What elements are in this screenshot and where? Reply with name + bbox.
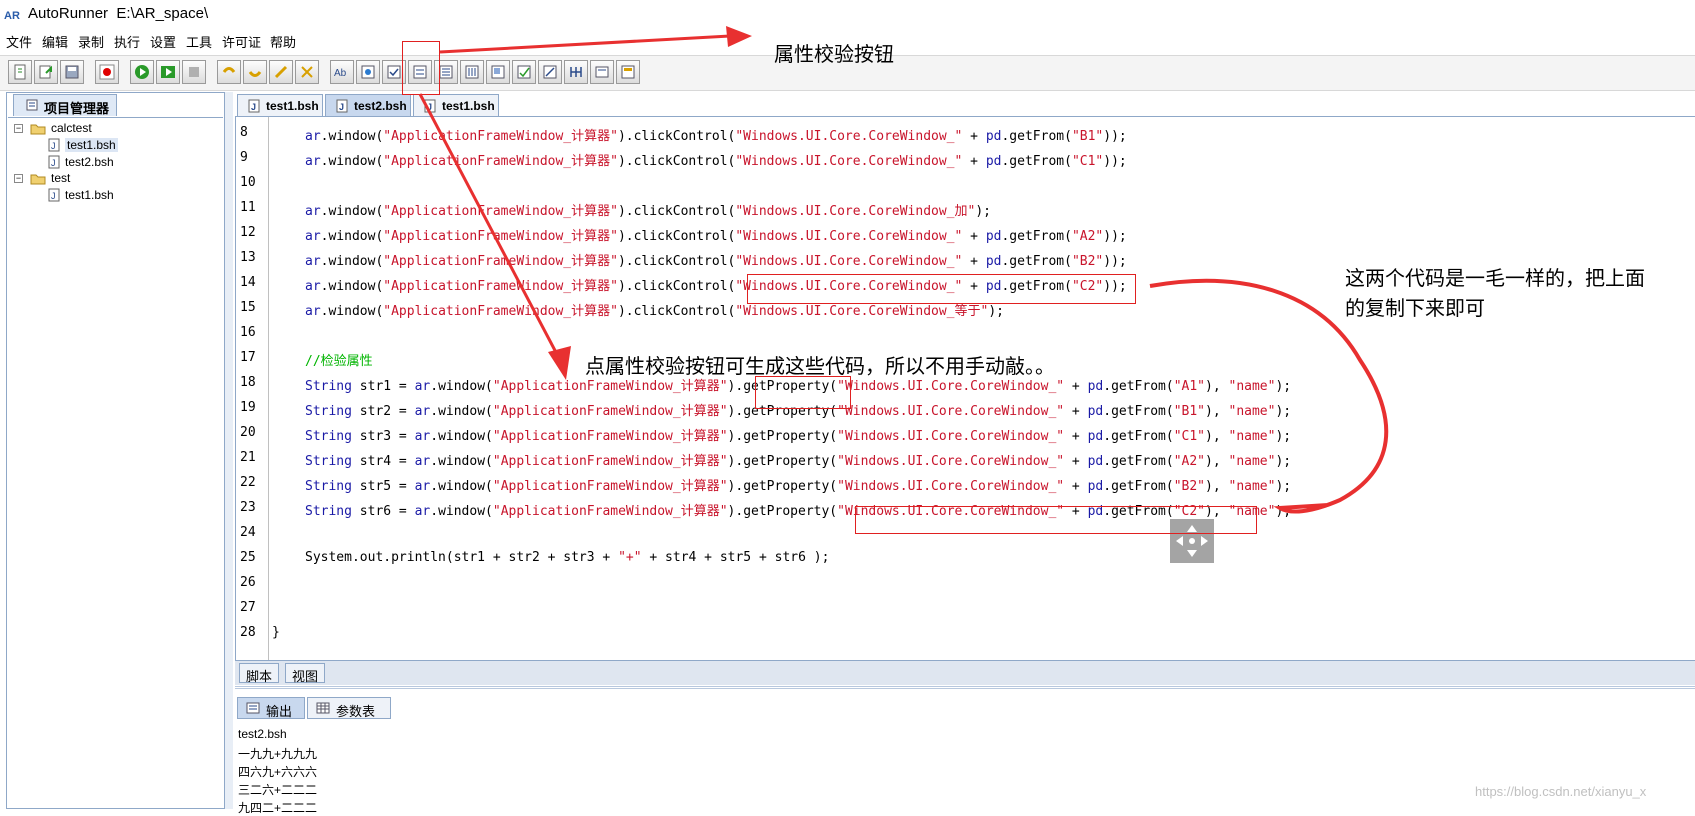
toolbar-note: 属性校验按钮 <box>774 42 894 66</box>
arrowhead-icon <box>726 26 752 47</box>
watermark: https://blog.csdn.net/xianyu_x <box>1475 784 1647 799</box>
arrow-to-toolbar-note <box>439 34 731 54</box>
annotation-arrows <box>418 26 1389 514</box>
side-note-line1: 这两个代码是一毛一样的，把上面 <box>1345 266 1645 290</box>
side-note-line2: 的复制下来即可 <box>1345 296 1485 320</box>
arrowhead-icon <box>548 346 571 380</box>
arrow-to-code <box>418 93 562 361</box>
code-note: 点属性校验按钮可生成这些代码，所以不用手动敲。。 <box>585 354 1055 378</box>
